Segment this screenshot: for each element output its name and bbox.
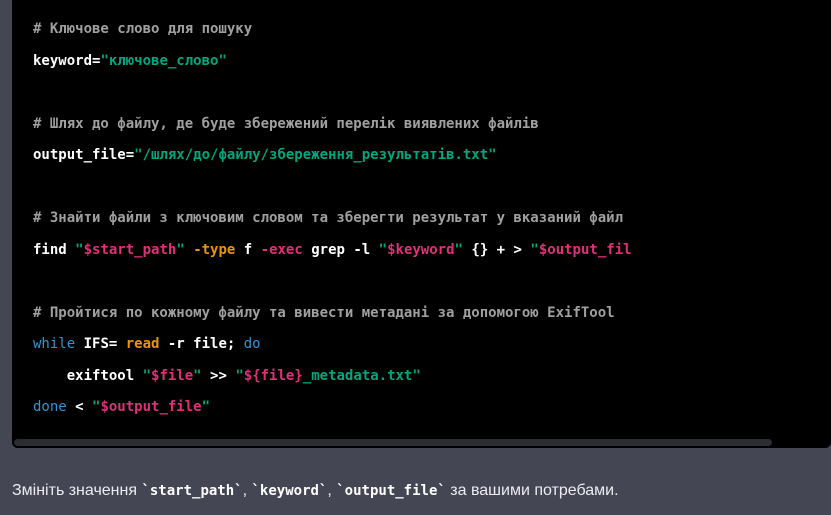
code-token-string: "/шлях/до/файлу/збереження_результатів.t… xyxy=(134,147,497,163)
code-token-plain: -r file; xyxy=(159,336,244,352)
code-token-var: ${file} xyxy=(243,367,303,384)
code-token-comment: # Шлях до файлу, де буде збережений пере… xyxy=(33,115,539,132)
code-token-var: $output_file xyxy=(100,399,202,415)
code-line: # Ключове слово для пошуку xyxy=(33,14,831,46)
code-token-plain: grep -l xyxy=(302,241,379,258)
code-content: # Ключове слово для пошуку keyword="ключо… xyxy=(12,0,831,424)
instruction-separator: , xyxy=(327,482,337,499)
code-line: done < "$output_file" xyxy=(33,392,831,424)
code-token-comment: # Ключове слово для пошуку xyxy=(33,21,253,37)
code-token-plain: {} + > xyxy=(462,241,531,258)
horizontal-scrollbar[interactable] xyxy=(12,436,831,448)
code-line: output_file="/шлях/до/файлу/збереження_р… xyxy=(33,140,831,172)
code-token-var: $keyword xyxy=(387,241,455,258)
code-token-plain: find xyxy=(33,241,76,258)
code-token-string: " xyxy=(454,241,463,258)
code-token-plain: keyword xyxy=(33,52,93,69)
inline-code-keyword: `keyword` xyxy=(251,483,328,499)
inline-code-start-path: `start_path` xyxy=(141,483,243,499)
code-token-kw: while xyxy=(33,336,76,352)
code-token-string: " xyxy=(378,241,388,258)
code-line: # Пройтися по кожному файлу та вивести м… xyxy=(33,298,831,330)
code-token-string: " xyxy=(75,241,84,258)
code-token-plain: output_file xyxy=(33,147,126,163)
code-token-string: _metadata.txt" xyxy=(302,367,421,384)
code-line: find "$start_path" -type f -exec grep -l… xyxy=(33,235,831,267)
code-token-kw: done xyxy=(33,399,67,415)
code-line: while IFS= read -r file; do xyxy=(33,329,831,361)
instruction-suffix: за вашими потребами. xyxy=(445,482,619,499)
code-token-var: -exec xyxy=(260,241,303,258)
code-token-plain: >> xyxy=(201,367,236,384)
code-token-string: " xyxy=(530,241,539,258)
instruction-prefix: Змініть значення xyxy=(12,482,142,499)
code-token-kw: do xyxy=(243,336,261,352)
instruction-text: Змініть значення `start_path`, `keyword`… xyxy=(12,482,619,500)
code-token-plain: f xyxy=(235,241,261,258)
code-token-flag: read xyxy=(125,336,160,352)
code-token-plain: exiftool xyxy=(33,367,143,384)
code-block[interactable]: # Ключове слово для пошуку keyword="ключо… xyxy=(12,0,831,448)
code-token-plain: < xyxy=(66,399,93,415)
code-line: # Шлях до файлу, де буде збережений пере… xyxy=(33,109,831,141)
instruction-separator: , xyxy=(242,482,252,499)
code-token-punct: = xyxy=(125,147,135,163)
code-token-plain: IFS= xyxy=(75,336,126,352)
code-token-string: " xyxy=(235,367,244,384)
code-line: # Знайти файли з ключовим словом та збер… xyxy=(33,203,831,235)
code-token-string: " xyxy=(142,367,152,384)
code-token-string: " xyxy=(193,367,202,384)
code-token-comment: # Пройтися по кожному файлу та вивести м… xyxy=(33,304,615,321)
code-token-comment: # Знайти файли з ключовим словом та збер… xyxy=(33,210,624,226)
inline-code-output-file: `output_file` xyxy=(336,483,446,499)
code-token-string: " xyxy=(176,241,185,258)
code-token-string: "ключове_слово" xyxy=(100,52,227,69)
code-token-var: $output_fil xyxy=(538,241,632,258)
code-token-flag: -type xyxy=(193,241,236,258)
code-token-string: " xyxy=(201,399,211,415)
code-line: keyword="ключове_слово" xyxy=(33,46,831,78)
code-token-var: $file xyxy=(151,367,194,384)
code-token-var: $start_path xyxy=(83,241,177,258)
scrollbar-thumb[interactable] xyxy=(14,439,772,446)
code-line: exiftool "$file" >> "${file}_metadata.tx… xyxy=(33,361,831,393)
